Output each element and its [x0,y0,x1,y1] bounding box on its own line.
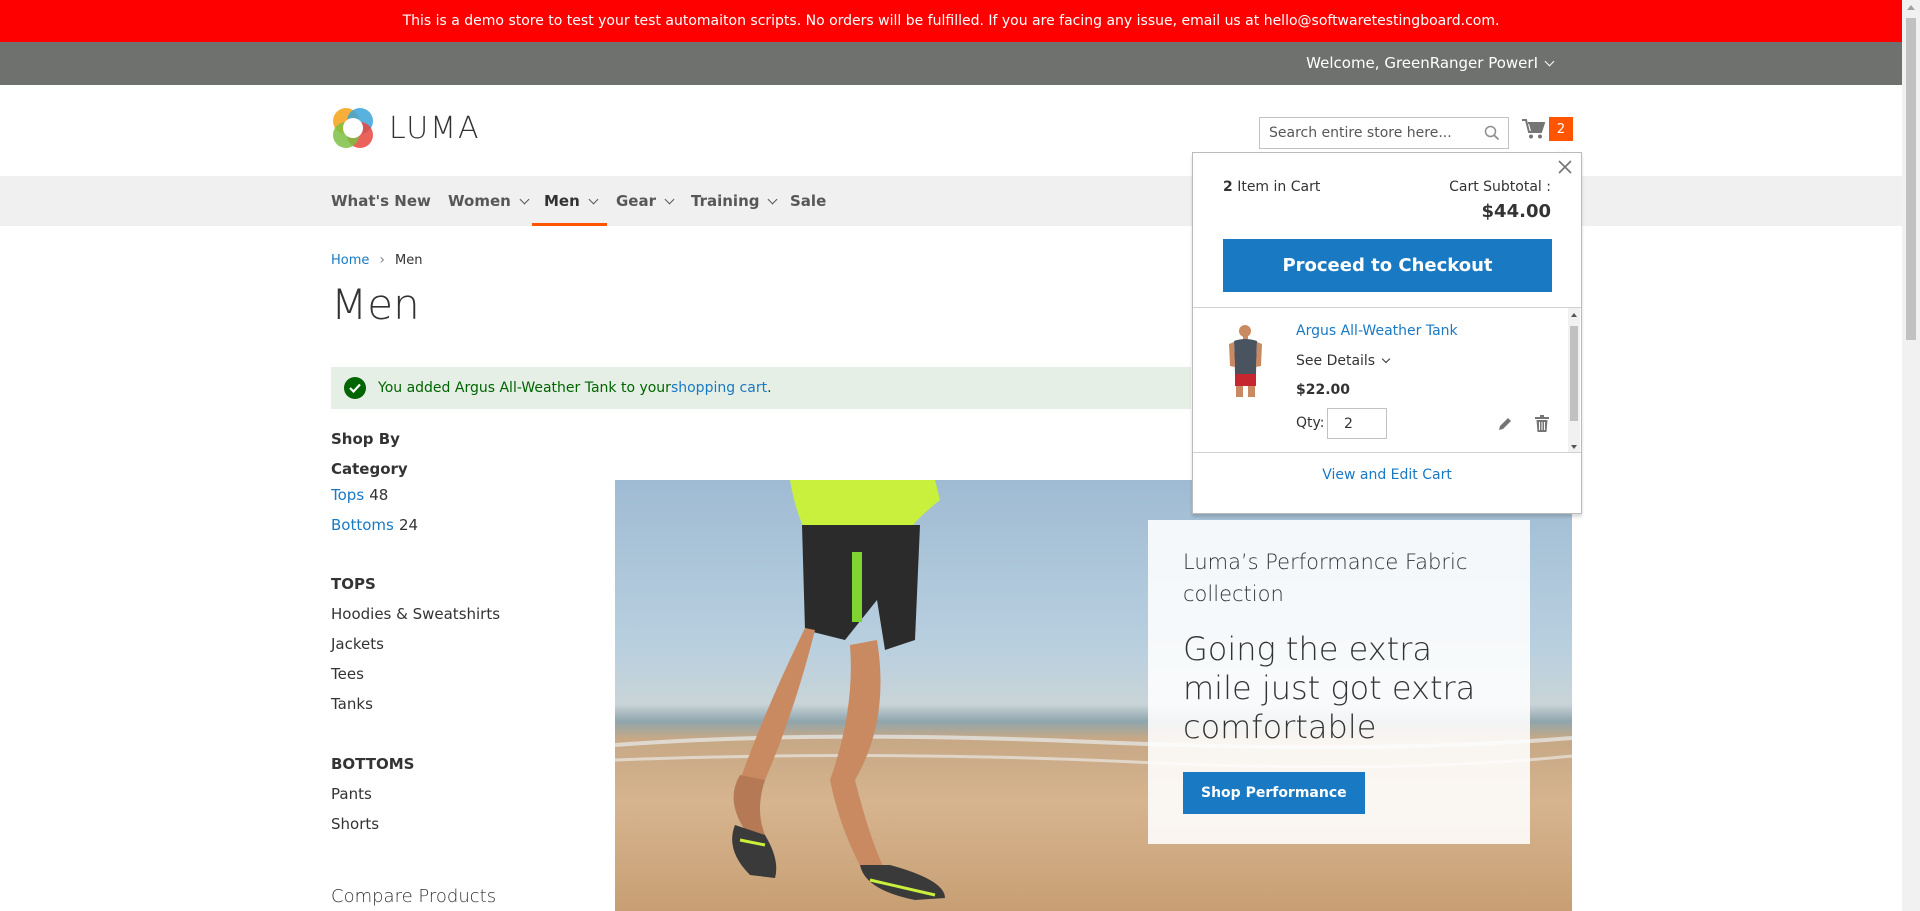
filter-option-tops[interactable]: Tops 48 [331,485,388,504]
breadcrumb-separator-icon: › [379,252,385,268]
cart-subtotal-label: Cart Subtotal : [1449,179,1551,195]
category-link-shorts[interactable]: Shorts [331,815,379,833]
chevron-down-icon [664,194,675,204]
close-icon[interactable] [1555,157,1575,177]
minicart-toggle[interactable]: 2 [1521,117,1573,141]
filter-option-label: Bottoms [331,516,394,534]
page-scrollbar[interactable] [1902,0,1920,911]
header: LUMA 2 [0,85,1902,176]
scrollbar-thumb[interactable] [1906,18,1916,340]
message-suffix: . [767,380,772,396]
chevron-down-icon [1381,354,1391,363]
proceed-to-checkout-button[interactable]: Proceed to Checkout [1223,239,1552,292]
search-box [1259,117,1509,149]
compare-products-title: Compare Products [331,886,497,907]
search-icon[interactable] [1484,125,1500,141]
nav-item-label: What's New [331,192,431,210]
customer-menu-toggle[interactable]: Welcome, GreenRanger PowerI [1306,54,1555,72]
welcome-message: Welcome, GreenRanger PowerI [1306,54,1538,72]
minicart-count-label: Item in Cart [1232,179,1321,195]
edit-pencil-icon[interactable] [1497,416,1513,432]
hero-subtitle: Luma’s Performance Fabric collection [1183,550,1468,606]
filter-option-bottoms[interactable]: Bottoms 24 [331,515,418,534]
shop-performance-button[interactable]: Shop Performance [1183,772,1365,814]
trash-icon[interactable] [1534,415,1550,433]
nav-item-women[interactable]: Women [448,176,530,226]
minicart-items-list: Argus All-Weather Tank See Details $22.0… [1193,307,1581,453]
search-input[interactable] [1269,125,1479,141]
category-filter-title[interactable]: Category [331,460,408,478]
hero-promo-box: Luma’s Performance Fabric collection Goi… [1148,520,1530,844]
filter-option-count: 48 [369,486,389,504]
cart-subtotal-price: $44.00 [1481,201,1551,222]
breadcrumb-home[interactable]: Home [331,253,369,268]
minicart-scrollbar[interactable] [1568,308,1580,452]
demo-banner: This is a demo store to test your test a… [0,0,1902,42]
bottoms-heading: BOTTOMS [331,755,415,773]
filter-option-label: Tops [331,486,365,504]
nav-item-label: Sale [790,192,827,210]
product-price: $22.00 [1296,382,1351,398]
luma-logo-icon [333,108,373,148]
nav-item-label: Women [448,192,511,210]
minicart-item-count: 2 Item in Cart [1223,179,1320,195]
nav-item-sale[interactable]: Sale [790,176,826,226]
demo-banner-text: This is a demo store to test your test a… [402,13,1500,29]
breadcrumb-current: Men [395,252,423,268]
scrollbar-thumb[interactable] [1570,326,1578,421]
filter-option-count: 24 [398,516,419,534]
logo[interactable]: LUMA [331,106,481,150]
nav-item-gear[interactable]: Gear [616,176,675,226]
product-name-link[interactable]: Argus All-Weather Tank [1296,323,1458,339]
tops-heading: TOPS [331,575,376,593]
see-details-toggle[interactable]: See Details [1296,353,1391,369]
product-thumbnail[interactable] [1223,322,1268,397]
qty-label: Qty: [1296,415,1325,431]
cart-icon [1522,119,1545,139]
chevron-down-icon [1544,56,1555,66]
category-link-tees[interactable]: Tees [331,665,364,683]
category-link-jackets[interactable]: Jackets [331,635,384,653]
nav-item-men[interactable]: Men [532,176,607,226]
nav-item-label: Men [544,192,580,210]
chevron-down-icon [519,194,530,204]
main-navigation: What's New Women Men Gear Training Sale [0,176,1902,226]
shop-by-title: Shop By [331,430,400,448]
nav-item-label: Gear [616,192,657,210]
category-link-hoodies[interactable]: Hoodies & Sweatshirts [331,605,500,623]
scroll-down-icon[interactable] [1571,445,1577,449]
shopping-cart-link[interactable]: shopping cart [671,380,767,396]
chevron-down-icon [768,194,778,204]
scroll-up-icon[interactable] [1571,313,1577,317]
view-and-edit-cart-link[interactable]: View and Edit Cart [1193,467,1581,483]
scroll-up-icon[interactable] [1907,5,1915,10]
category-link-tanks[interactable]: Tanks [331,695,373,713]
hero-banner[interactable]: Luma’s Performance Fabric collection Goi… [615,480,1572,911]
success-message: You added Argus All-Weather Tank to your… [331,367,1191,409]
nav-item-training[interactable]: Training [691,176,778,226]
category-link-pants[interactable]: Pants [331,785,372,803]
see-details-label: See Details [1296,353,1376,369]
minicart-dropdown: 2 Item in Cart Cart Subtotal : $44.00 Pr… [1192,147,1582,514]
qty-input[interactable] [1327,408,1387,439]
chevron-down-icon [588,194,599,204]
top-bar: Welcome, GreenRanger PowerI [0,42,1902,85]
page-title: Men [331,280,420,329]
hero-headline: Going the extra mile just got extra comf… [1183,630,1476,746]
minicart-count-number: 2 [1223,179,1233,195]
cart-counter-badge: 2 [1549,117,1573,141]
nav-item-label: Training [691,192,760,210]
breadcrumb: Home › Men [331,252,422,268]
logo-text: LUMA [389,110,481,146]
success-check-icon [344,377,366,399]
nav-item-whats-new[interactable]: What's New [331,176,431,226]
message-text: You added Argus All-Weather Tank to your [378,380,671,396]
